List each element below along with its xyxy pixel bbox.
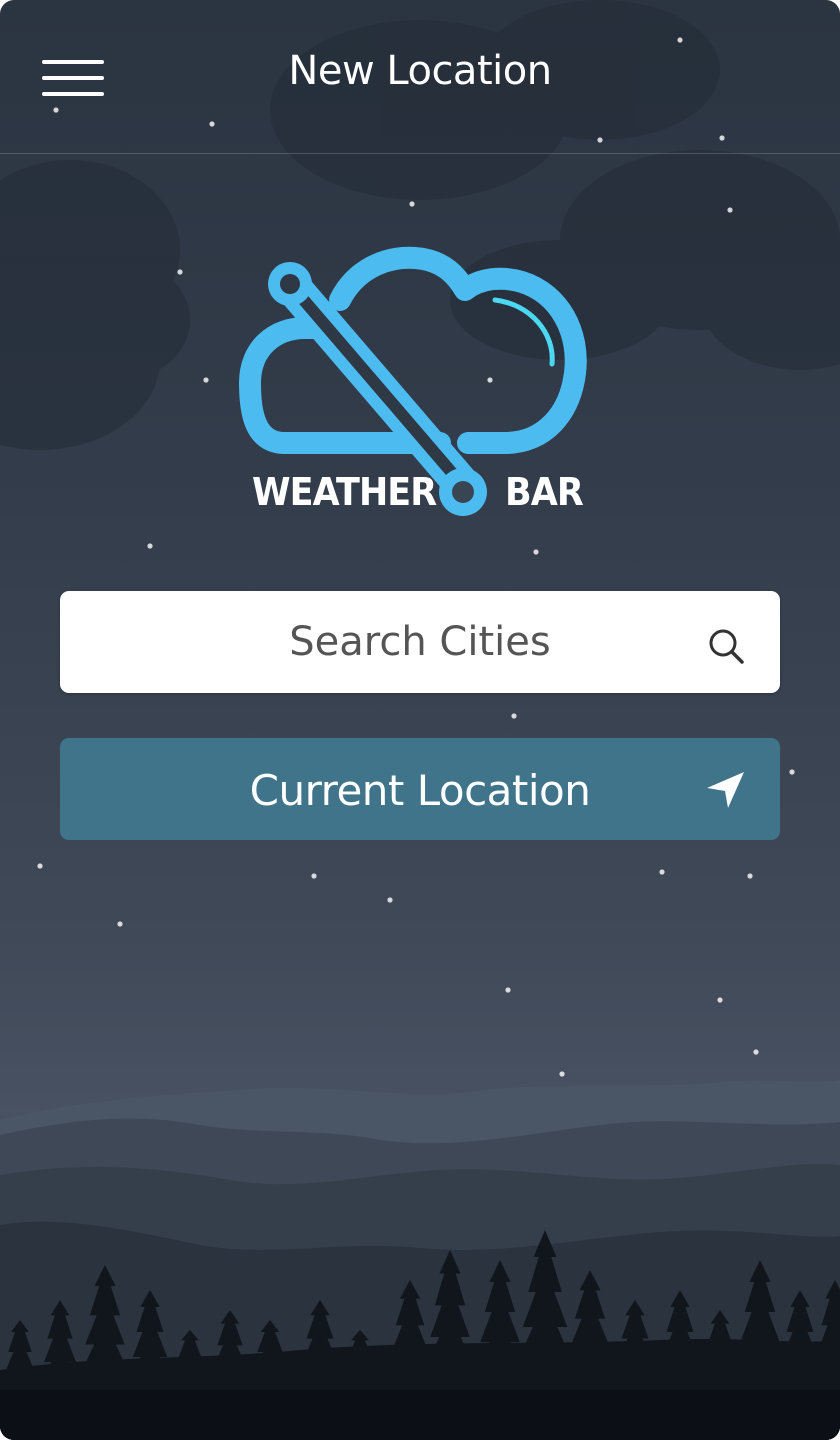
app-screen: New Location WEATHER BAR Current Loc — [0, 0, 840, 1440]
star — [387, 897, 393, 903]
star — [409, 201, 415, 207]
current-location-button[interactable]: Current Location — [60, 738, 780, 840]
star — [505, 987, 511, 993]
star — [753, 1049, 759, 1055]
star — [789, 769, 795, 775]
star — [533, 549, 539, 555]
star — [311, 873, 317, 879]
star — [37, 863, 43, 869]
star — [203, 377, 209, 383]
star — [659, 869, 665, 875]
logo-wordmark-bar: BAR — [505, 470, 584, 514]
ground — [0, 1390, 840, 1440]
logo-wordmark-weather: WEATHER — [252, 470, 437, 514]
night-landscape-background — [0, 0, 840, 1440]
search-box — [60, 591, 780, 693]
star — [117, 921, 123, 927]
star — [511, 713, 517, 719]
header-bar: New Location — [0, 0, 840, 154]
navigation-arrow-icon — [707, 772, 744, 808]
star — [177, 269, 183, 275]
star — [727, 207, 733, 213]
star — [747, 873, 753, 879]
page-title: New Location — [288, 48, 552, 94]
star — [559, 1071, 565, 1077]
search-icon[interactable] — [706, 626, 746, 666]
current-location-label: Current Location — [249, 766, 591, 815]
star — [717, 997, 723, 1003]
search-cities-input[interactable] — [60, 591, 780, 693]
star — [147, 543, 153, 549]
